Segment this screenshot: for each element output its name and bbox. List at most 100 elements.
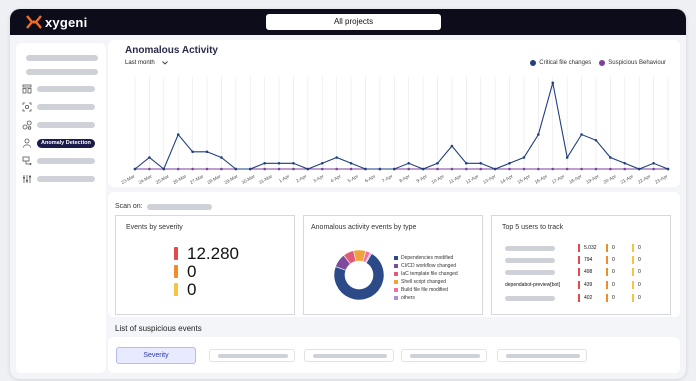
xygeni-logo[interactable]: xygeni: [26, 14, 87, 30]
data-point[interactable]: [234, 167, 238, 171]
data-point[interactable]: [551, 81, 555, 85]
user-row[interactable]: 498 0 0: [505, 268, 665, 276]
data-point[interactable]: [263, 161, 266, 165]
user-row[interactable]: 402 0 0: [505, 294, 665, 302]
donut-legend-item[interactable]: IaC template file changed: [394, 270, 458, 278]
data-point[interactable]: [479, 167, 483, 171]
data-point[interactable]: [594, 167, 598, 171]
data-point[interactable]: [652, 167, 655, 171]
data-point[interactable]: [652, 161, 655, 165]
data-point[interactable]: [191, 150, 194, 154]
filter-placeholder-bar: [506, 354, 580, 358]
data-point[interactable]: [594, 138, 598, 142]
sidebar-item-2[interactable]: [22, 101, 104, 113]
data-point[interactable]: [580, 133, 583, 136]
data-point[interactable]: [335, 156, 338, 159]
data-point[interactable]: [666, 167, 670, 171]
user-row[interactable]: 794 0 0: [505, 256, 665, 264]
data-point[interactable]: [450, 167, 454, 171]
sidebar-item-anomaly-detection[interactable]: Anomaly Detection: [22, 137, 104, 149]
sidebar-item-1[interactable]: [22, 83, 104, 95]
donut-legend-item[interactable]: Shell script changed: [394, 278, 458, 286]
filter-placeholder-1[interactable]: [209, 349, 295, 362]
data-point[interactable]: [378, 167, 382, 171]
data-point[interactable]: [392, 167, 396, 171]
data-point[interactable]: [220, 167, 223, 171]
user-row[interactable]: 5.032 0 0: [505, 244, 665, 252]
data-point[interactable]: [609, 167, 612, 171]
filter-placeholder-2[interactable]: [304, 349, 394, 362]
data-point[interactable]: [565, 167, 569, 171]
brand-name: xygeni: [45, 14, 88, 30]
user-row[interactable]: dependabot-preview[bot] 439 0 0: [505, 281, 665, 289]
severity-row-critical: 12.280: [174, 245, 239, 262]
data-point[interactable]: [220, 156, 223, 159]
data-point[interactable]: [493, 167, 497, 171]
top-users-title: Top 5 users to track: [502, 224, 564, 231]
project-selector[interactable]: All projects: [266, 14, 441, 30]
data-point[interactable]: [162, 167, 166, 171]
filter-placeholder-4[interactable]: [497, 349, 587, 362]
data-point[interactable]: [205, 167, 209, 171]
data-point[interactable]: [580, 167, 583, 171]
data-point[interactable]: [407, 167, 411, 171]
data-point[interactable]: [522, 156, 526, 159]
data-point[interactable]: [450, 144, 454, 148]
data-point[interactable]: [537, 133, 540, 136]
data-point[interactable]: [306, 167, 310, 171]
data-point[interactable]: [148, 167, 151, 171]
sidebar-item-3[interactable]: [22, 119, 104, 131]
data-point[interactable]: [421, 167, 425, 171]
donut-legend-item[interactable]: others: [394, 294, 458, 302]
donut-legend-item[interactable]: CI/CD workflow changed: [394, 262, 458, 270]
data-point[interactable]: [292, 167, 295, 171]
data-point[interactable]: [436, 161, 439, 165]
data-point[interactable]: [609, 156, 612, 159]
donut-legend-item[interactable]: Dependencies modified: [394, 254, 458, 262]
sidebar-item-6[interactable]: [22, 173, 104, 185]
data-point[interactable]: [508, 161, 511, 165]
data-point[interactable]: [277, 167, 281, 171]
severity-filter-button[interactable]: Severity: [116, 347, 196, 364]
data-point[interactable]: [263, 167, 266, 171]
data-point[interactable]: [407, 161, 411, 165]
data-point[interactable]: [349, 167, 353, 171]
severity-marker: [606, 268, 608, 276]
legend-swatch: [394, 272, 398, 276]
donut-legend-item[interactable]: Build file file modified: [394, 286, 458, 294]
data-point[interactable]: [205, 150, 209, 154]
data-point[interactable]: [335, 167, 338, 171]
data-point[interactable]: [176, 133, 180, 136]
data-point[interactable]: [133, 167, 137, 171]
x-tick-label: 3-Apr: [312, 173, 325, 183]
data-point[interactable]: [320, 161, 324, 165]
events-by-severity-title: Events by severity: [126, 224, 183, 231]
sidebar-item-5[interactable]: [22, 155, 104, 167]
filter-placeholder-3[interactable]: [401, 349, 487, 362]
data-point[interactable]: [522, 167, 526, 171]
data-point[interactable]: [277, 161, 281, 165]
data-point[interactable]: [465, 161, 468, 165]
data-point[interactable]: [623, 161, 627, 165]
data-point[interactable]: [537, 167, 540, 171]
data-point[interactable]: [364, 167, 367, 171]
data-point[interactable]: [508, 167, 511, 171]
data-point[interactable]: [565, 156, 569, 159]
severity-marker: [606, 256, 608, 264]
data-point[interactable]: [320, 167, 324, 171]
data-point[interactable]: [248, 167, 252, 171]
data-point[interactable]: [637, 167, 641, 171]
data-point[interactable]: [176, 167, 180, 171]
data-point[interactable]: [436, 167, 439, 171]
data-point[interactable]: [191, 167, 194, 171]
severity-marker: [578, 281, 580, 289]
data-point[interactable]: [349, 161, 353, 165]
data-point[interactable]: [623, 167, 627, 171]
data-point[interactable]: [465, 167, 468, 171]
data-point[interactable]: [292, 161, 295, 165]
data-point[interactable]: [148, 156, 151, 159]
severity-marker: [632, 281, 634, 289]
data-point[interactable]: [551, 167, 555, 171]
user-count-critical: 498: [578, 268, 592, 276]
data-point[interactable]: [479, 161, 483, 165]
